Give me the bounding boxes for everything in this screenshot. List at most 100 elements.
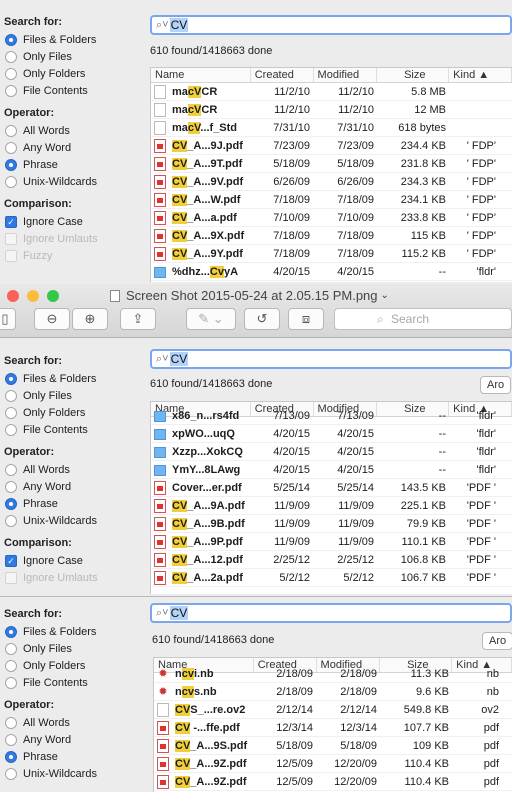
col-name[interactable]: Name [151,68,251,82]
preview-search-field[interactable]: ⌕ Search [334,308,512,330]
search-query[interactable]: CV [169,352,189,366]
checkbox-ignore-umlauts[interactable]: Ignore Umlauts [4,230,146,247]
radio-control[interactable] [5,158,17,171]
zoom-out-button[interactable]: ⊖ [34,308,70,330]
radio-control[interactable] [5,676,17,689]
sidebar-toggle-button[interactable]: ▯ [0,308,16,330]
radio-control[interactable] [5,372,17,385]
radio-only-folders[interactable]: Only Folders [4,404,146,421]
table-row[interactable]: Xzzp...XokCQ 4/20/15 4/20/15 -- 'fldr' [151,443,512,461]
search-input[interactable]: ⌕˅ CV [150,349,512,369]
radio-control[interactable] [5,480,17,493]
radio-control[interactable] [5,84,17,97]
radio-only-files[interactable]: Only Files [4,640,146,657]
radio-control[interactable] [5,625,17,638]
radio-only-folders[interactable]: Only Folders [4,657,146,674]
markup-button[interactable]: ✎ ⌄ [186,308,236,330]
table-row[interactable]: CV_A...9J.pdf 7/23/09 7/23/09 234.4 KB ' FDP… [151,137,512,155]
radio-unix-wildcards[interactable]: Unix-Wildcards [4,512,146,529]
radio-control[interactable] [5,767,17,780]
table-row[interactable]: macVCR 11/2/10 11/2/10 12 MB [151,101,512,119]
rotate-button[interactable]: ↺ [244,308,280,330]
table-row[interactable]: CV_A...9Z.pdf 12/5/09 12/20/09 110.4 KB pdf [154,773,512,791]
radio-control[interactable] [5,463,17,476]
radio-control[interactable] [5,423,17,436]
table-row[interactable]: CV_A...9Z.pdf 12/5/09 12/20/09 110.4 KB pdf [154,755,512,773]
radio-control[interactable] [5,733,17,746]
table-row[interactable]: YmY...8LAwg 4/20/15 4/20/15 -- 'fldr' [151,461,512,479]
search-input[interactable]: ⌕˅ CV [150,603,512,623]
checkmark-icon[interactable]: ✓ [5,215,17,228]
table-row[interactable]: CV_A...W.pdf 7/18/09 7/18/09 234.1 KB ' FDP' [151,191,512,209]
radio-files-folders[interactable]: Files & Folders [4,370,146,387]
checkbox-control[interactable] [5,571,17,584]
radio-control[interactable] [5,642,17,655]
checkbox-fuzzy[interactable]: Fuzzy [4,247,146,264]
around-button[interactable]: Aro [482,632,512,650]
table-row[interactable]: macV...f_Std 7/31/10 7/31/10 618 bytes [151,119,512,137]
table-row[interactable]: CV_A...9B.pdf 11/9/09 11/9/09 79.9 KB 'PDF ' [151,515,512,533]
table-row[interactable]: CV_A...9T.pdf 5/18/09 5/18/09 231.8 KB ' FDP… [151,155,512,173]
radio-only-files[interactable]: Only Files [4,48,146,65]
zoom-button[interactable] [47,290,59,302]
table-row[interactable]: CV_A...a.pdf 7/10/09 7/10/09 233.8 KB ' FDP' [151,209,512,227]
table-row[interactable]: ✹ ncvi.nb 2/18/09 2/18/09 11.3 KB nb [154,665,512,683]
radio-phrase[interactable]: Phrase [4,156,146,173]
checkbox-control[interactable] [5,249,17,262]
table-row[interactable]: CV_A...12.pdf 2/25/12 2/25/12 106.8 KB 'PDF … [151,551,512,569]
table-row[interactable]: CV_A...9X.pdf 7/18/09 7/18/09 115 KB ' FDP' [151,227,512,245]
radio-files-folders[interactable]: Files & Folders [4,31,146,48]
radio-any-word[interactable]: Any Word [4,139,146,156]
table-row[interactable]: CV -...ffe.pdf 12/3/14 12/3/14 107.7 KB pdf [154,719,512,737]
radio-control[interactable] [5,406,17,419]
radio-phrase[interactable]: Phrase [4,748,146,765]
radio-unix-wildcards[interactable]: Unix-Wildcards [4,765,146,782]
radio-all-words[interactable]: All Words [4,122,146,139]
radio-control[interactable] [5,389,17,402]
radio-control[interactable] [5,33,17,46]
radio-control[interactable] [5,716,17,729]
table-row[interactable]: CV_A...9S.pdf 5/18/09 5/18/09 109 KB pdf [154,737,512,755]
radio-phrase[interactable]: Phrase [4,495,146,512]
radio-all-words[interactable]: All Words [4,714,146,731]
radio-control[interactable] [5,514,17,527]
table-row[interactable]: CVS_...re.ov2 2/12/14 2/12/14 549.8 KB ov2 [154,701,512,719]
table-row[interactable]: %dhz...CvyA 4/20/15 4/20/15 -- 'fldr' [151,263,512,281]
zoom-in-button[interactable]: ⊕ [72,308,108,330]
radio-files-folders[interactable]: Files & Folders [4,623,146,640]
radio-all-words[interactable]: All Words [4,461,146,478]
search-query[interactable]: CV [169,18,189,32]
col-kind[interactable]: Kind ▲ [449,68,512,82]
window-title[interactable]: Screen Shot 2015-05-24 at 2.05.15 PM.png… [110,288,389,303]
search-query[interactable]: CV [169,606,189,620]
table-row[interactable]: CV_A...9P.pdf 11/9/09 11/9/09 110.1 KB 'PDF … [151,533,512,551]
radio-control[interactable] [5,124,17,137]
search-input[interactable]: ⌕˅ CV [150,15,512,35]
radio-control[interactable] [5,50,17,63]
radio-unix-wildcards[interactable]: Unix-Wildcards [4,173,146,190]
table-row[interactable]: macVCR 11/2/10 11/2/10 5.8 MB [151,83,512,101]
toolbox-button[interactable]: ⧈ [288,308,324,330]
around-button[interactable]: Aro [480,376,512,394]
table-row[interactable]: x86_n...rs4fd 7/13/09 7/13/09 -- 'fldr' [151,407,512,425]
radio-only-files[interactable]: Only Files [4,387,146,404]
share-button[interactable]: ⇪ [120,308,156,330]
table-row[interactable]: CV_A...9Y.pdf 7/18/09 7/18/09 115.2 KB ' FDP… [151,245,512,263]
radio-control[interactable] [5,659,17,672]
minimize-button[interactable] [27,290,39,302]
col-modified[interactable]: Modified [314,68,378,82]
table-row[interactable]: Cover...er.pdf 5/25/14 5/25/14 143.5 KB 'PDF… [151,479,512,497]
col-created[interactable]: Created [251,68,314,82]
checkbox-control[interactable] [5,232,17,245]
table-row[interactable]: xpWO...uqQ 4/20/15 4/20/15 -- 'fldr' [151,425,512,443]
radio-control[interactable] [5,141,17,154]
radio-control[interactable] [5,497,17,510]
table-row[interactable]: CV_A...9V.pdf 6/26/09 6/26/09 234.3 KB ' FDP… [151,173,512,191]
radio-only-folders[interactable]: Only Folders [4,65,146,82]
radio-file-contents[interactable]: File Contents [4,82,146,99]
radio-file-contents[interactable]: File Contents [4,421,146,438]
checkmark-icon[interactable]: ✓ [5,554,17,567]
radio-control[interactable] [5,750,17,763]
radio-any-word[interactable]: Any Word [4,731,146,748]
radio-control[interactable] [5,175,17,188]
